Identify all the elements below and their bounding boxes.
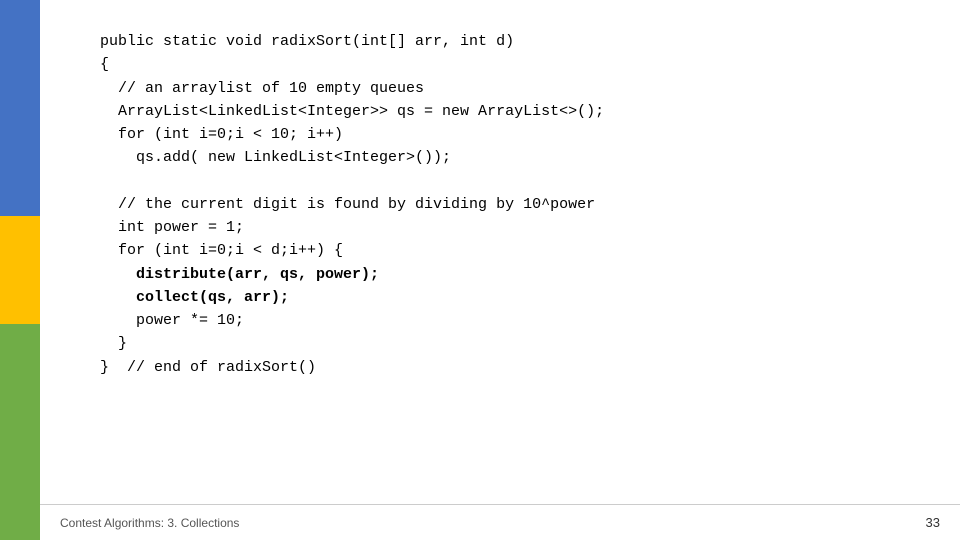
main-content: public static void radixSort(int[] arr, … [40,0,960,540]
code-line: for (int i=0;i < d;i++) { [100,239,920,262]
bar-green [0,324,40,540]
code-line: qs.add( new LinkedList<Integer>()); [100,146,920,169]
code-area: public static void radixSort(int[] arr, … [40,0,960,504]
code-line: int power = 1; [100,216,920,239]
footer: Contest Algorithms: 3. Collections 33 [40,504,960,540]
code-line: collect(qs, arr); [100,286,920,309]
code-line [100,170,920,193]
code-line: distribute(arr, qs, power); [100,263,920,286]
code-line: // an arraylist of 10 empty queues [100,77,920,100]
code-line: // the current digit is found by dividin… [100,193,920,216]
code-line: } [100,332,920,355]
code-line: for (int i=0;i < 10; i++) [100,123,920,146]
code-line: ArrayList<LinkedList<Integer>> qs = new … [100,100,920,123]
code-line: power *= 10; [100,309,920,332]
sidebar-bars [0,0,40,540]
code-line: { [100,53,920,76]
bar-blue [0,0,40,216]
code-line: public static void radixSort(int[] arr, … [100,30,920,53]
footer-title: Contest Algorithms: 3. Collections [60,516,239,530]
code-line: } // end of radixSort() [100,356,920,379]
footer-page: 33 [926,515,940,530]
bar-yellow [0,216,40,324]
